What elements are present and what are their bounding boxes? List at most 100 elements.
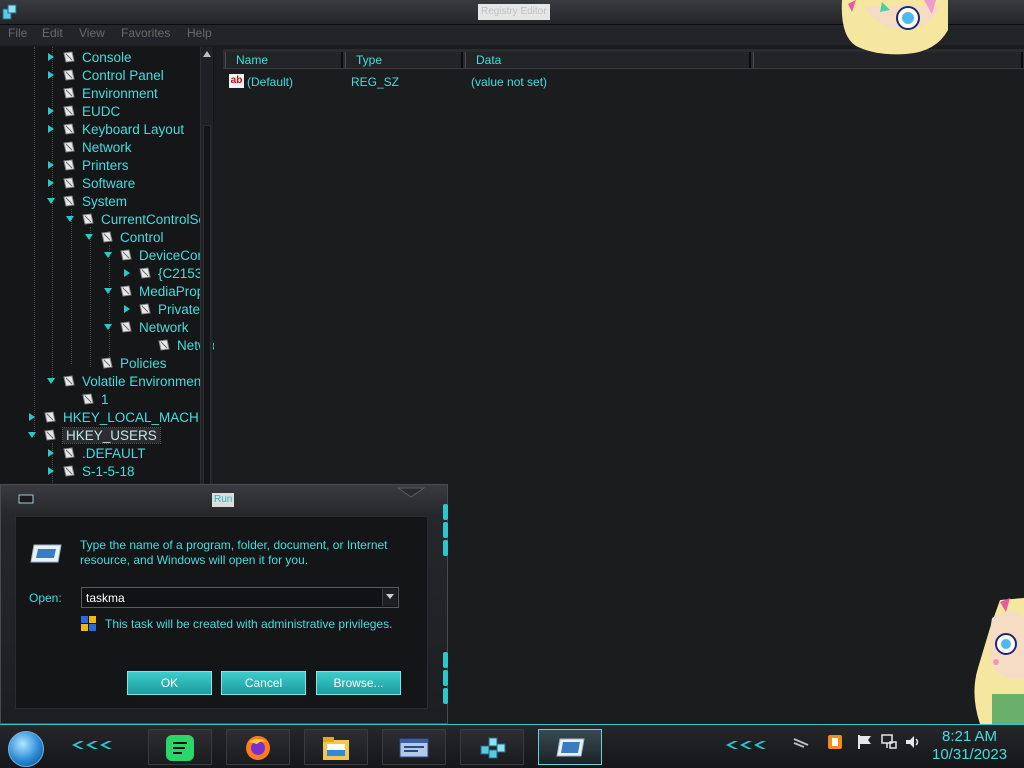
network-icon[interactable] xyxy=(880,733,898,751)
tree-item[interactable]: DeviceCon xyxy=(102,246,205,264)
string-value-icon: ab xyxy=(229,74,244,88)
collapse-arrow-icon[interactable] xyxy=(45,195,57,207)
clock-date[interactable]: 10/31/2023 xyxy=(932,746,1007,763)
tree-item-label: .DEFAULT xyxy=(82,445,146,461)
start-button[interactable] xyxy=(8,731,44,767)
flag-icon[interactable] xyxy=(856,733,874,751)
tree-item-label: S-1-5-18 xyxy=(82,463,135,479)
expand-arrow-icon[interactable] xyxy=(45,465,57,477)
expand-arrow-icon[interactable] xyxy=(45,123,57,135)
tree-item[interactable]: Network xyxy=(102,318,189,336)
taskbar-app-spotify[interactable] xyxy=(148,729,212,765)
expand-arrow-icon[interactable] xyxy=(45,69,57,81)
column-header-data[interactable]: Data xyxy=(465,52,751,68)
tree-item[interactable]: Network xyxy=(45,138,132,156)
menu-edit[interactable]: Edit xyxy=(42,26,63,40)
firefox-icon xyxy=(246,736,270,760)
tree-item[interactable]: HKEY_USERS xyxy=(26,426,161,444)
tree-item[interactable]: CurrentControlSe xyxy=(64,210,206,228)
tree-item[interactable]: Printers xyxy=(45,156,129,174)
registry-key-folder-icon xyxy=(158,339,170,351)
expand-arrow-icon[interactable] xyxy=(45,105,57,117)
tree-item[interactable]: Console xyxy=(45,48,132,66)
tree-item[interactable]: Control Panel xyxy=(45,66,164,84)
volume-icon[interactable] xyxy=(904,733,922,751)
registry-key-folder-icon xyxy=(63,51,75,63)
taskbar-app-window[interactable] xyxy=(382,729,446,765)
cancel-button[interactable]: Cancel xyxy=(221,671,306,695)
registry-tree[interactable]: Console Control Panel Environment EUDC Keybo… xyxy=(0,47,214,487)
tree-item-label: {C2153 xyxy=(158,265,203,281)
tree-item-label: Policies xyxy=(120,355,167,371)
tree-item-label: Software xyxy=(82,175,136,191)
run-icon xyxy=(556,738,585,757)
taskbar-app-run[interactable] xyxy=(538,729,602,765)
browse-button[interactable]: Browse... xyxy=(316,671,401,695)
expand-arrow-icon[interactable] xyxy=(121,303,133,315)
taskbar-app-regedit[interactable] xyxy=(460,729,524,765)
tree-item[interactable]: S-1-5-18 xyxy=(45,462,135,480)
collapse-arrow-icon[interactable] xyxy=(102,285,114,297)
tree-item[interactable]: Control xyxy=(83,228,164,246)
expand-arrow-icon[interactable] xyxy=(45,51,57,63)
registry-key-folder-icon xyxy=(82,213,94,225)
scroll-up-arrow-icon[interactable] xyxy=(202,49,212,59)
column-header-type[interactable]: Type xyxy=(345,52,463,68)
taskbar-app-file-explorer[interactable] xyxy=(304,729,368,765)
tree-item[interactable]: Environment xyxy=(45,84,158,102)
column-header-name[interactable]: Name xyxy=(225,52,343,68)
tree-item[interactable]: MediaProp xyxy=(102,282,204,300)
registry-key-folder-icon xyxy=(139,303,151,315)
tree-item[interactable]: Private xyxy=(121,300,200,318)
tree-item[interactable]: Software xyxy=(45,174,135,192)
collapse-arrow-icon[interactable] xyxy=(102,249,114,261)
open-input[interactable] xyxy=(82,588,382,607)
collapse-arrow-icon[interactable] xyxy=(45,375,57,387)
scrollbar-thumb[interactable] xyxy=(203,125,211,485)
menu-file[interactable]: File xyxy=(8,26,27,40)
tree-item[interactable]: HKEY_LOCAL_MACHII xyxy=(26,408,206,426)
regedit-icon xyxy=(480,737,506,759)
show-hidden-icons-icon[interactable] xyxy=(792,733,810,751)
expand-arrow-icon[interactable] xyxy=(121,267,133,279)
tree-item-label: DeviceCon xyxy=(139,247,206,263)
registry-key-folder-icon xyxy=(63,105,75,117)
tree-item[interactable]: EUDC xyxy=(45,102,120,120)
tree-item[interactable]: 1 xyxy=(64,390,109,408)
tree-item[interactable]: {C2153 xyxy=(121,264,202,282)
cartoon-sticker-icon xyxy=(974,598,1024,724)
menu-view[interactable]: View xyxy=(79,26,105,40)
window-title: Registry Editor xyxy=(478,4,550,20)
open-combobox[interactable] xyxy=(81,587,399,608)
collapse-arrow-icon[interactable] xyxy=(102,321,114,333)
expand-arrow-icon[interactable] xyxy=(45,159,57,171)
collapse-arrow-icon[interactable] xyxy=(83,231,95,243)
expand-arrow-icon[interactable] xyxy=(26,411,38,423)
registry-editor-icon xyxy=(2,4,17,20)
tree-item[interactable]: System xyxy=(45,192,127,210)
taskbar-app-firefox[interactable] xyxy=(226,729,290,765)
menu-favorites[interactable]: Favorites xyxy=(121,26,170,40)
shield-icon xyxy=(81,616,96,631)
ok-button[interactable]: OK xyxy=(127,671,212,695)
clock-time[interactable]: 8:21 AM xyxy=(942,728,997,745)
tree-scrollbar[interactable] xyxy=(200,47,213,487)
registry-key-folder-icon xyxy=(101,357,113,369)
dropdown-button[interactable] xyxy=(382,589,397,606)
close-icon[interactable] xyxy=(396,486,426,498)
value-name[interactable]: (Default) xyxy=(247,75,293,89)
collapse-arrow-icon[interactable] xyxy=(26,429,38,441)
expand-arrow-icon[interactable] xyxy=(45,447,57,459)
tree-item-label: Keyboard Layout xyxy=(82,121,185,137)
tree-item[interactable]: Keyboard Layout xyxy=(45,120,184,138)
tree-item[interactable]: Volatile Environment xyxy=(45,372,205,390)
frame-light xyxy=(443,540,448,556)
tray-app-icon[interactable] xyxy=(826,733,844,751)
tree-item-label: Control xyxy=(120,229,164,245)
menu-help[interactable]: Help xyxy=(187,26,212,40)
collapse-arrow-icon[interactable] xyxy=(64,213,76,225)
tree-item[interactable]: .DEFAULT xyxy=(45,444,146,462)
expand-arrow-icon[interactable] xyxy=(45,177,57,189)
tree-item[interactable]: Policies xyxy=(83,354,167,372)
